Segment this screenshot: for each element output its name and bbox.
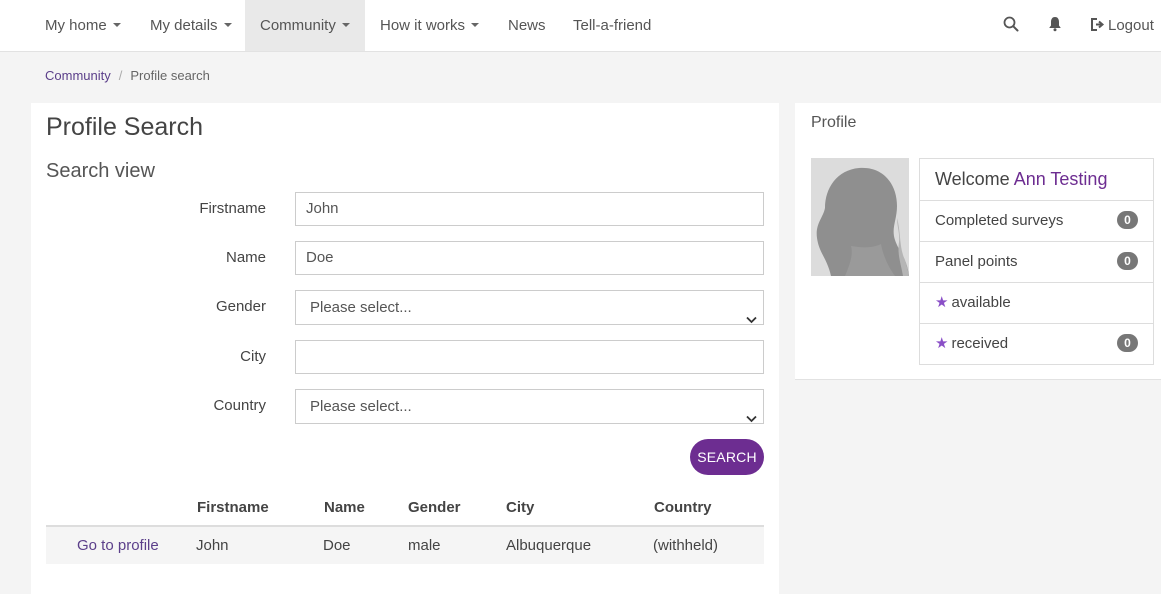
nav-item-community[interactable]: Community <box>245 0 365 51</box>
city-label: City <box>240 348 266 365</box>
stat-label: available <box>951 294 1011 311</box>
breadcrumb-current: Profile search <box>130 68 210 83</box>
stat-label: received <box>951 335 1009 352</box>
page-title: Profile Search <box>46 113 204 141</box>
cell-country: (withheld) <box>653 537 719 554</box>
breadcrumb-link-community[interactable]: Community <box>45 68 111 83</box>
count-badge: 0 <box>1117 252 1138 270</box>
go-to-profile-link[interactable]: Go to profile <box>77 537 159 554</box>
breadcrumb: Community / Profile search <box>45 68 210 83</box>
cell-city: Albuquerque <box>506 537 592 554</box>
nav-item-how-it-works[interactable]: How it works <box>365 0 494 51</box>
top-navbar: My home My details Community How it work… <box>0 0 1161 52</box>
star-icon: ★ <box>935 335 949 352</box>
nav-item-label: How it works <box>380 17 466 34</box>
table-row: Go to profile John Doe male Albuquerque … <box>46 527 764 564</box>
nav-item-label: Community <box>260 17 336 34</box>
table-header-firstname[interactable]: Firstname <box>197 499 269 516</box>
nav-item-my-details[interactable]: My details <box>135 0 247 51</box>
nav-item-label: My home <box>45 17 107 34</box>
profile-heading: Profile <box>811 114 857 131</box>
stat-label: Completed surveys <box>935 212 1064 229</box>
table-header-city[interactable]: City <box>506 499 534 516</box>
search-button[interactable]: SEARCH <box>690 439 764 475</box>
welcome-user-name: Ann Testing <box>1013 169 1108 189</box>
stat-row-stars-available: ★ available <box>920 282 1153 323</box>
caret-down-icon <box>112 23 121 27</box>
name-label: Name <box>225 249 266 266</box>
firstname-input[interactable]: John <box>295 192 764 226</box>
breadcrumb-separator: / <box>118 68 123 83</box>
bell-icon[interactable] <box>1048 16 1062 36</box>
gender-select[interactable]: Please select... <box>295 290 764 325</box>
country-label: Country <box>213 397 266 414</box>
stat-row-panel-points: Panel points 0 <box>920 241 1153 282</box>
stat-row-completed-surveys: Completed surveys 0 <box>920 200 1153 241</box>
nav-item-label: Tell-a-friend <box>573 17 652 34</box>
section-title: Search view <box>46 160 155 182</box>
logout-label: Logout <box>1108 17 1154 34</box>
nav-item-news[interactable]: News <box>493 0 561 51</box>
nav-item-label: News <box>508 17 546 34</box>
firstname-label: Firstname <box>199 200 266 217</box>
star-icon: ★ <box>935 294 949 311</box>
city-input[interactable] <box>295 340 764 374</box>
profile-panel: Profile Welcome Ann Testing Completed su… <box>795 103 1161 380</box>
profile-search-panel: Profile Search Search view Firstname Joh… <box>31 103 779 594</box>
nav-item-my-home[interactable]: My home <box>30 0 136 51</box>
stat-row-stars-received: ★ received 0 <box>920 323 1153 364</box>
caret-down-icon <box>223 23 232 27</box>
welcome-row: Welcome Ann Testing <box>920 159 1153 200</box>
cell-firstname: John <box>196 537 229 554</box>
cell-name: Doe <box>323 537 351 554</box>
nav-item-label: My details <box>150 17 218 34</box>
caret-down-icon <box>471 23 480 27</box>
country-select[interactable]: Please select... <box>295 389 764 424</box>
avatar <box>811 158 909 276</box>
table-header-country[interactable]: Country <box>654 499 712 516</box>
table-header-name[interactable]: Name <box>324 499 365 516</box>
chevron-down-icon <box>746 303 757 336</box>
cell-gender: male <box>408 537 441 554</box>
gender-select-value: Please select... <box>310 299 412 316</box>
logout-button[interactable]: Logout <box>1090 0 1154 51</box>
caret-down-icon <box>341 23 350 27</box>
gender-label: Gender <box>215 298 266 315</box>
country-select-value: Please select... <box>310 398 412 415</box>
stat-label: Panel points <box>935 253 1018 270</box>
search-icon[interactable] <box>1003 16 1019 36</box>
nav-item-tell-a-friend[interactable]: Tell-a-friend <box>558 0 666 51</box>
count-badge: 0 <box>1117 211 1138 229</box>
profile-stats-list: Welcome Ann Testing Completed surveys 0 … <box>919 158 1154 365</box>
name-input[interactable]: Doe <box>295 241 764 275</box>
logout-icon <box>1090 17 1108 34</box>
table-header-gender[interactable]: Gender <box>408 499 461 516</box>
welcome-prefix: Welcome <box>935 169 1010 189</box>
count-badge: 0 <box>1117 334 1138 352</box>
chevron-down-icon <box>746 402 757 435</box>
